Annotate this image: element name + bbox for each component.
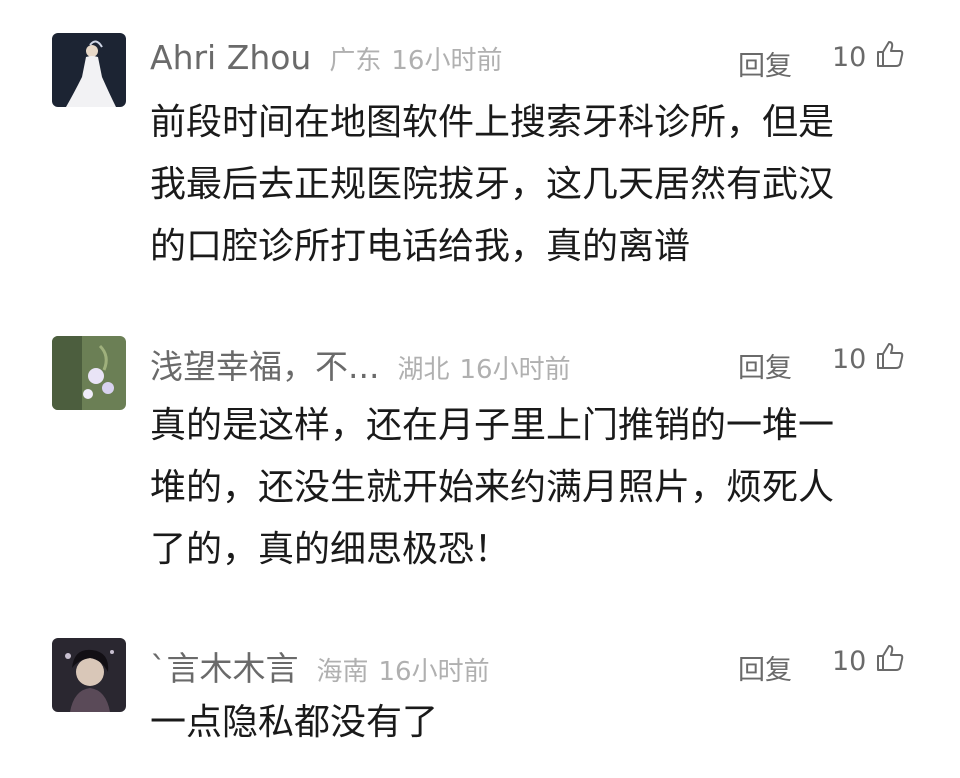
comment-text: 前段时间在地图软件上搜索牙科诊所，但是 我最后去正规医院拔牙，这几天居然有武汉 … bbox=[150, 92, 910, 278]
username[interactable]: Ahri Zhou bbox=[150, 38, 311, 77]
comment-text: 真的是这样，还在月子里上门推销的一堆一 堆的，还没生就开始来约满月照片，烦死人 … bbox=[150, 395, 910, 581]
location-label: 海南 bbox=[316, 657, 369, 687]
comment-line: 了的，真的细思极恐！ bbox=[150, 529, 511, 570]
thumbs-up-icon bbox=[866, 642, 906, 681]
timestamp: 16小时前 bbox=[459, 355, 571, 385]
avatar[interactable] bbox=[52, 336, 126, 410]
reply-button[interactable]: 回复 bbox=[738, 346, 792, 385]
comment-text: 一点隐私都没有了 bbox=[150, 692, 910, 754]
timestamp: 16小时前 bbox=[378, 657, 490, 687]
comment-line: 一点隐私都没有了 bbox=[150, 702, 439, 743]
avatar[interactable] bbox=[52, 638, 126, 712]
avatar[interactable] bbox=[52, 33, 126, 107]
like-button[interactable]: 10 bbox=[832, 340, 906, 379]
comment-line: 我最后去正规医院拔牙，这几天居然有武汉 bbox=[150, 164, 835, 205]
comment-line: 的口腔诊所打电话给我，真的离谱 bbox=[150, 226, 691, 267]
username[interactable]: `言木木言 bbox=[150, 642, 299, 690]
comment-line: 堆的，还没生就开始来约满月照片，烦死人 bbox=[150, 467, 835, 508]
thumbs-up-icon bbox=[866, 340, 906, 379]
like-count: 10 bbox=[832, 344, 867, 375]
reply-button[interactable]: 回复 bbox=[738, 648, 792, 687]
location-label: 广东 bbox=[329, 46, 382, 76]
thumbs-up-icon bbox=[866, 38, 906, 77]
reply-button[interactable]: 回复 bbox=[738, 44, 792, 83]
location-label: 湖北 bbox=[397, 355, 450, 385]
like-count: 10 bbox=[832, 42, 867, 73]
timestamp: 16小时前 bbox=[391, 46, 503, 76]
username[interactable]: 浅望幸福，不... bbox=[150, 340, 379, 388]
like-count: 10 bbox=[832, 646, 867, 677]
like-button[interactable]: 10 bbox=[832, 642, 906, 681]
comment-line: 前段时间在地图软件上搜索牙科诊所，但是 bbox=[150, 102, 835, 143]
comment-line: 真的是这样，还在月子里上门推销的一堆一 bbox=[150, 405, 835, 446]
like-button[interactable]: 10 bbox=[832, 38, 906, 77]
